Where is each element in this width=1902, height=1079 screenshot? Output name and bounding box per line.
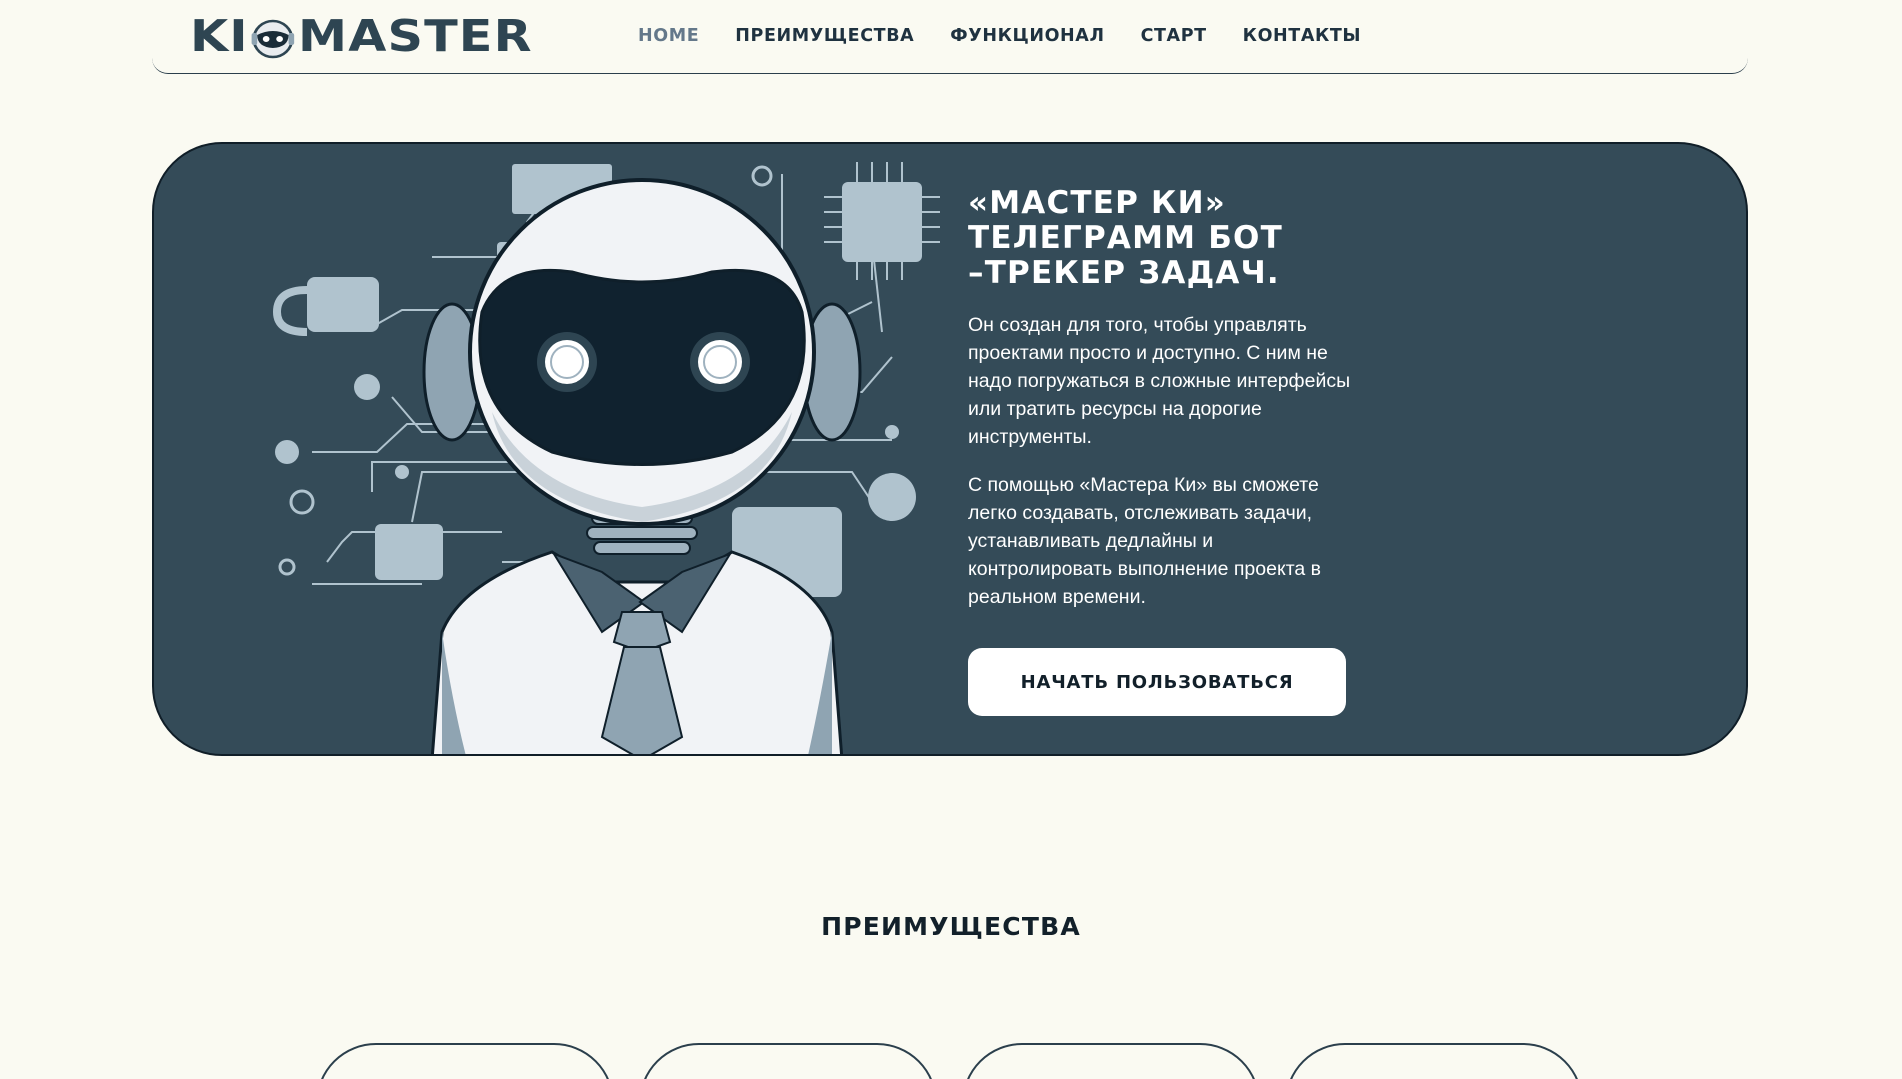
hero-description-1: Он создан для того, чтобы управлять прое… [968, 314, 1351, 448]
hero-banner: «МАСТЕР КИ» ТЕЛЕГРАММ БОТ –ТРЕКЕР ЗАДАЧ.… [152, 142, 1748, 756]
nav-advantages[interactable]: ПРЕИМУЩЕСТВА [735, 26, 914, 46]
advantage-card [316, 1043, 614, 1079]
main-nav: HOME ПРЕИМУЩЕСТВА ФУНКЦИОНАЛ СТАРТ КОНТА… [638, 0, 1361, 72]
logo-text-right: MASTER [298, 11, 533, 62]
hero-text-block: «МАСТЕР КИ» ТЕЛЕГРАММ БОТ –ТРЕКЕР ЗАДАЧ.… [968, 186, 1358, 611]
hero-description-2: С помощью «Мастера Ки» вы сможете легко … [968, 474, 1322, 608]
nav-home[interactable]: HOME [638, 26, 699, 46]
robot-head-icon [252, 19, 295, 59]
nav-contacts[interactable]: КОНТАКТЫ [1243, 26, 1361, 46]
site-header: KI MASTER HOME ПРЕИМУЩЕСТВА ФУНКЦИОНАЛ С… [152, 0, 1748, 74]
hero-title-line3: –ТРЕКЕР ЗАДАЧ. [968, 255, 1280, 291]
logo[interactable]: KI MASTER [190, 14, 533, 60]
nav-start[interactable]: СТАРТ [1141, 26, 1207, 46]
hero-title: «МАСТЕР КИ» ТЕЛЕГРАММ БОТ –ТРЕКЕР ЗАДАЧ. [968, 186, 1358, 291]
hero-title-line2: ТЕЛЕГРАММ БОТ [968, 220, 1283, 256]
hero-title-line1: «МАСТЕР КИ» [968, 185, 1226, 221]
robot-illustration [272, 162, 940, 754]
logo-text-left: KI [190, 11, 249, 62]
start-using-button[interactable]: НАЧАТЬ ПОЛЬЗОВАТЬСЯ [968, 648, 1346, 716]
advantage-card [639, 1043, 937, 1079]
advantages-title: ПРЕИМУЩЕСТВА [821, 912, 1081, 941]
advantage-card [1285, 1043, 1583, 1079]
nav-features[interactable]: ФУНКЦИОНАЛ [950, 26, 1104, 46]
advantage-card [962, 1043, 1260, 1079]
